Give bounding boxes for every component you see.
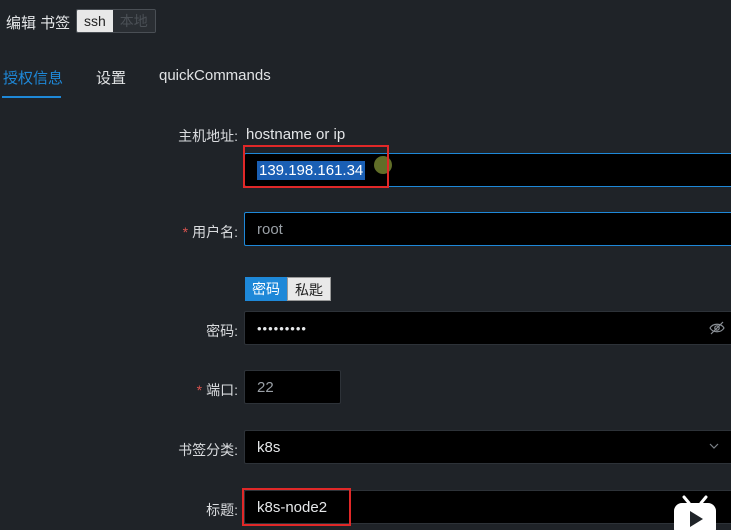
required-mark: * <box>182 224 189 240</box>
port-value: 22 <box>257 378 274 396</box>
username-label-text: 用户名: <box>192 224 238 240</box>
username-value: root <box>257 220 283 238</box>
highlight-box-host <box>243 145 389 188</box>
password-input[interactable]: ••••••••• <box>244 311 731 345</box>
username-label: * 用户名: <box>108 222 238 242</box>
segment-ssh[interactable]: ssh <box>77 10 113 32</box>
auth-password-button[interactable]: 密码 <box>245 277 287 301</box>
category-select[interactable]: k8s <box>244 430 731 464</box>
active-tab-indicator <box>2 96 61 98</box>
port-label-text: 端口: <box>206 382 238 398</box>
category-value: k8s <box>257 438 281 456</box>
auth-type-switch[interactable]: 密码 私匙 <box>245 277 331 301</box>
required-mark: * <box>196 382 203 398</box>
auth-private-key-button[interactable]: 私匙 <box>287 277 331 301</box>
title-label: 标题: <box>206 502 238 518</box>
password-label: 密码: <box>206 323 238 339</box>
port-label: * 端口: <box>108 380 238 400</box>
host-hint: hostname or ip <box>246 126 346 143</box>
tab-auth-info[interactable]: 授权信息 <box>3 67 63 88</box>
dialog-title: 编辑 书签 <box>6 15 71 32</box>
eye-slash-icon[interactable] <box>709 320 725 336</box>
chevron-down-icon <box>709 443 719 449</box>
tab-settings[interactable]: 设置 <box>96 67 126 88</box>
highlight-box-title <box>242 488 351 526</box>
bookmark-editor: 编辑 书签 ssh 本地 授权信息 设置 quickCommands 主机地址:… <box>0 0 731 530</box>
video-play-icon <box>674 495 716 530</box>
username-input[interactable]: root <box>244 212 731 246</box>
tab-quick-commands[interactable]: quickCommands <box>159 67 271 84</box>
host-label: 主机地址: <box>178 128 238 144</box>
port-input[interactable]: 22 <box>244 370 341 404</box>
segment-local[interactable]: 本地 <box>112 10 155 32</box>
category-label: 书签分类: <box>178 442 238 458</box>
password-value: ••••••••• <box>257 320 307 336</box>
connection-type-switch[interactable]: ssh 本地 <box>76 9 156 33</box>
